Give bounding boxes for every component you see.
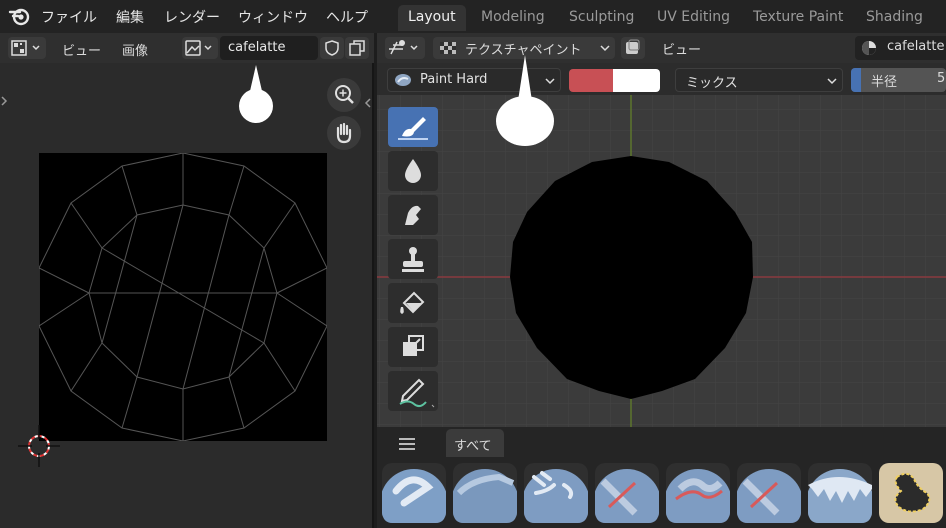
menu-help[interactable]: ヘルプ (326, 7, 368, 27)
radius-slider[interactable]: 半径 5 (851, 68, 946, 92)
viewport-view-menu[interactable]: ビュー (662, 39, 701, 58)
tab-modeling[interactable]: Modeling (471, 5, 555, 31)
brush-dropdown[interactable]: Paint Hard (387, 68, 561, 92)
zoom-icon[interactable] (327, 78, 361, 112)
chevron-down-icon (827, 78, 837, 85)
tab-texture-paint[interactable]: Texture Paint (743, 5, 853, 31)
fill-tool[interactable] (388, 283, 438, 323)
chevron-down-icon (545, 78, 555, 85)
canvas-mask-icon[interactable] (621, 37, 645, 59)
draw-tool[interactable] (388, 107, 438, 147)
viewport-grid (377, 95, 946, 427)
tool-settings-bar: Paint Hard ミックス 半径 5 (377, 63, 946, 95)
tab-uv-editing[interactable]: UV Editing (647, 5, 740, 31)
view-menu[interactable]: ビュー (62, 40, 101, 59)
smear-finger-icon (405, 205, 421, 225)
3d-viewport-panel: テクスチャペイント ビュー cafelatte Paint Hard ミックス … (377, 33, 946, 528)
brush-thumb-2[interactable] (453, 463, 517, 523)
droplet-icon (405, 159, 421, 183)
menu-window[interactable]: ウィンドウ (238, 7, 308, 27)
mask-tool[interactable] (388, 327, 438, 367)
annotate-tool[interactable] (388, 371, 438, 411)
brush-thumb-3[interactable] (524, 463, 588, 523)
smear-tool[interactable] (388, 195, 438, 235)
fake-user-shield-icon[interactable] (320, 37, 344, 59)
radius-value: 5 (937, 71, 946, 86)
image-canvas[interactable] (38, 152, 328, 442)
hamburger-menu-icon[interactable] (395, 435, 419, 453)
image-name-field[interactable]: cafelatte (220, 36, 318, 60)
top-bar: ファイル 編集 レンダー ウィンドウ ヘルプ Layout Modeling S… (0, 0, 946, 33)
sidebar-toggle-right-icon[interactable] (364, 95, 372, 111)
brush-thumb-4[interactable] (595, 463, 659, 523)
brush-name: Paint Hard (420, 72, 488, 87)
image-editor-panel: ビュー 画像 cafelatte (0, 33, 374, 528)
radius-slider-fill (851, 68, 861, 92)
checker-icon (11, 40, 40, 56)
annotation-pointer (250, 65, 262, 91)
annotation-marker (239, 89, 273, 123)
uv-mesh (38, 152, 328, 442)
brush-thumb-8[interactable] (879, 463, 943, 523)
secondary-color-swatch[interactable] (613, 69, 660, 92)
image-icon (185, 40, 212, 56)
menu-file[interactable]: ファイル (41, 7, 97, 27)
tab-layout[interactable]: Layout (398, 5, 466, 31)
texture-paint-mode-icon (440, 42, 456, 54)
brush-thumb-7[interactable] (808, 463, 872, 523)
new-image-icon[interactable] (345, 37, 369, 59)
brush-icon (398, 117, 428, 140)
tab-sculpting[interactable]: Sculpting (559, 5, 644, 31)
2d-cursor-icon[interactable] (18, 425, 60, 467)
primary-color-swatch[interactable] (569, 69, 613, 92)
pencil-annotate-icon (399, 378, 435, 408)
toolbar (387, 107, 439, 415)
material-sphere-icon (862, 41, 876, 55)
sidebar-toggle-left-icon[interactable] (0, 93, 8, 109)
menu-render[interactable]: レンダー (164, 7, 220, 27)
brush-filter-tab[interactable]: すべて (446, 429, 504, 457)
brush-thumb-5[interactable] (666, 463, 730, 523)
stamp-icon (402, 247, 424, 272)
menu-edit[interactable]: 編集 (116, 7, 144, 27)
tab-shading[interactable]: Shading (856, 5, 933, 31)
image-editor-header: ビュー 画像 cafelatte (0, 33, 374, 63)
brush-thumb-6[interactable] (737, 463, 801, 523)
image-browse-button[interactable] (182, 37, 218, 59)
annotation-marker (496, 96, 554, 146)
annotation-pointer (518, 55, 532, 101)
radius-label: 半径 (871, 75, 898, 90)
soften-tool[interactable] (388, 151, 438, 191)
pan-hand-icon[interactable] (327, 116, 361, 150)
image-menu[interactable]: 画像 (122, 40, 148, 59)
brush-preview-icon (395, 74, 411, 86)
viewport-area[interactable] (377, 95, 946, 427)
editor-type-button[interactable] (8, 37, 46, 59)
brush-thumb-1[interactable] (382, 463, 446, 523)
clone-tool[interactable] (388, 239, 438, 279)
viewport-editor-type-button[interactable] (385, 37, 425, 59)
mask-icon (403, 335, 424, 356)
asset-shelf: すべて (377, 427, 946, 528)
blender-logo-icon[interactable] (8, 6, 32, 26)
blend-mode-label: ミックス (686, 76, 738, 91)
paint-bucket-icon (400, 291, 425, 314)
axis-icon (389, 40, 418, 55)
viewport-header: テクスチャペイント ビュー cafelatte (377, 33, 946, 63)
material-name: cafelatte (887, 39, 945, 54)
chevron-down-icon (600, 45, 610, 52)
brush-filter-label: すべて (454, 439, 492, 454)
blend-mode-dropdown[interactable]: ミックス (675, 68, 843, 92)
material-slot[interactable]: cafelatte (855, 36, 946, 60)
